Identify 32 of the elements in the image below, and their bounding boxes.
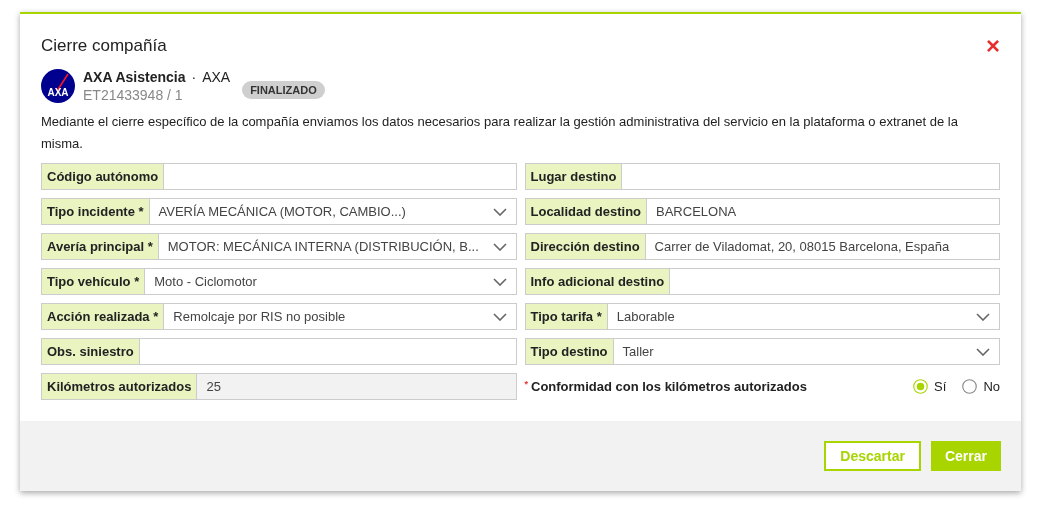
required-mark: * <box>524 379 528 389</box>
select-field[interactable]: Tipo incidente * AVERÍA MECÁNICA (MOTOR, CAMBIO...) <box>41 198 517 225</box>
radio-option[interactable]: No <box>962 379 1000 394</box>
radio-option[interactable]: Sí <box>913 379 947 394</box>
company-name: AXA Asistencia <box>83 69 186 85</box>
close-button[interactable]: × <box>986 37 1000 55</box>
company-logo: AXA <box>41 69 75 103</box>
chevron-down-icon <box>976 312 990 321</box>
status-badge: FINALIZADO <box>242 81 325 99</box>
chevron-down-icon <box>492 277 507 286</box>
select-field[interactable]: Tipo tarifa * Laborable <box>524 303 1000 330</box>
chevron-down-icon <box>492 312 507 321</box>
separator: · <box>191 69 197 85</box>
input-field[interactable]: Info adicional destino <box>524 268 1000 295</box>
chevron-down-icon <box>492 242 507 251</box>
description: Mediante el cierre específico de la compañía enviamos los datos necesarios para realizar la gestión administrativa del servicio en la plataforma o extranet de la misma. <box>41 113 959 153</box>
select-field[interactable]: Tipo destino Taller <box>524 338 1000 365</box>
input-field[interactable]: Lugar destino <box>524 163 1000 190</box>
input-field[interactable]: Localidad destino BARCELONA <box>524 198 1000 225</box>
input-field[interactable]: Obs. siniestro <box>41 338 517 365</box>
dialog-title: Cierre compañía <box>41 36 167 56</box>
chevron-down-icon <box>492 207 507 216</box>
select-field[interactable]: Tipo vehículo * Moto - Ciclomotor <box>41 268 517 295</box>
conformity-label: Conformidad con los kilómetros autorizados <box>531 379 808 394</box>
input-field[interactable]: Dirección destino Carrer de Viladomat, 20, 08015 Barcelona, España <box>524 233 1000 260</box>
select-field[interactable]: Avería principal * MOTOR: MECÁNICA INTERNA (DISTRIBUCIÓN, B... <box>41 233 517 260</box>
company-code: AXA <box>202 69 231 85</box>
chevron-down-icon <box>976 347 990 356</box>
select-field[interactable]: Acción realizada * Remolcaje por RIS no posible <box>41 303 517 330</box>
input-field: Kilómetros autorizados 25 <box>41 373 517 400</box>
reference-number: ET21433948 / 1 <box>83 87 184 103</box>
input-field[interactable]: Código autónomo <box>41 163 517 190</box>
